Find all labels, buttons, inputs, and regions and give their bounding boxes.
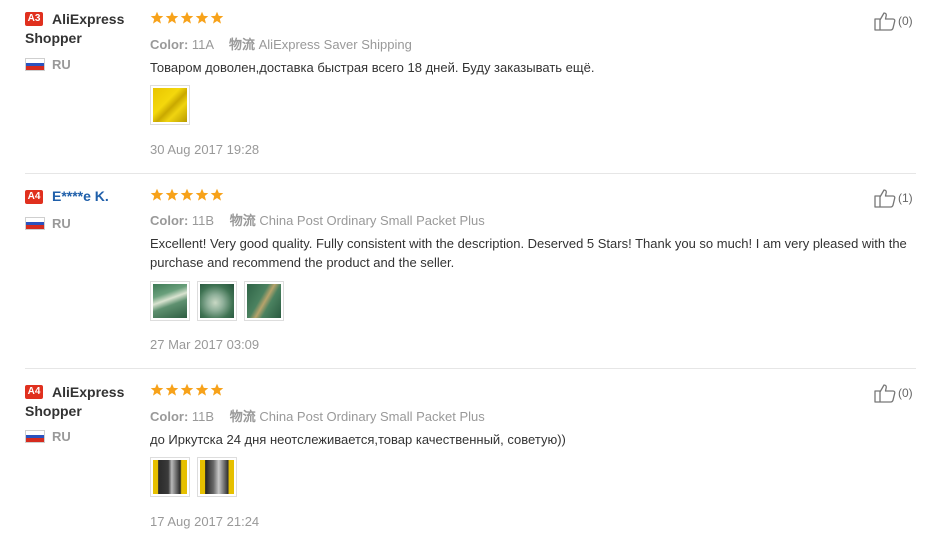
star-icon bbox=[210, 188, 224, 201]
logistics-label: 物流 bbox=[228, 37, 255, 52]
buyer-country: RU bbox=[52, 429, 71, 444]
russia-flag-icon bbox=[25, 217, 45, 230]
thumbs-up-icon bbox=[874, 384, 896, 403]
order-info: Color: 11B 物流 China Post Ordinary Small … bbox=[150, 406, 485, 425]
star-icon bbox=[210, 383, 224, 396]
divider bbox=[25, 368, 916, 369]
review-date: 27 Mar 2017 03:09 bbox=[150, 337, 260, 352]
buyer-level-badge: A4 bbox=[25, 190, 43, 204]
review-text: Товаром доволен,доставка быстрая всего 1… bbox=[150, 60, 595, 75]
review-photo-thumbnail[interactable] bbox=[150, 85, 190, 125]
star-rating bbox=[150, 11, 224, 25]
helpful-button[interactable]: (1) bbox=[874, 188, 913, 208]
review-photos bbox=[150, 85, 190, 125]
color-value: 11A bbox=[191, 37, 214, 52]
review-photo-thumbnail[interactable] bbox=[150, 281, 190, 321]
star-icon bbox=[150, 11, 164, 24]
order-info: Color: 11A 物流 AliExpress Saver Shipping bbox=[150, 34, 412, 53]
star-icon bbox=[165, 11, 179, 24]
star-icon bbox=[180, 188, 194, 201]
review-photo-thumbnail[interactable] bbox=[197, 281, 237, 321]
star-icon bbox=[150, 383, 164, 396]
review-text: Excellent! Very good quality. Fully cons… bbox=[150, 236, 907, 270]
star-icon bbox=[150, 188, 164, 201]
review-photo-thumbnail[interactable] bbox=[150, 457, 190, 497]
buyer-level-badge: A3 bbox=[25, 12, 43, 26]
star-icon bbox=[195, 383, 209, 396]
review-photos bbox=[150, 281, 284, 321]
buyer-name[interactable]: E****e K. bbox=[52, 187, 109, 206]
star-icon bbox=[180, 383, 194, 396]
helpful-count: (0) bbox=[898, 386, 913, 400]
buyer-country: RU bbox=[52, 57, 71, 72]
logistics-value: AliExpress Saver Shipping bbox=[258, 37, 412, 52]
helpful-button[interactable]: (0) bbox=[874, 11, 913, 31]
buyer-name-line2: Shopper bbox=[25, 403, 82, 419]
review-text: до Иркутска 24 дня неотслеживается,товар… bbox=[150, 432, 566, 447]
star-rating bbox=[150, 383, 224, 397]
helpful-count: (0) bbox=[898, 14, 913, 28]
star-rating bbox=[150, 188, 224, 202]
buyer-name-line2: Shopper bbox=[25, 30, 82, 46]
thumbs-up-icon bbox=[874, 12, 896, 31]
logistics-value: China Post Ordinary Small Packet Plus bbox=[259, 213, 485, 228]
buyer-country: RU bbox=[52, 216, 71, 231]
review-date: 30 Aug 2017 19:28 bbox=[150, 142, 260, 157]
logistics-label: 物流 bbox=[229, 409, 256, 424]
review-date: 17 Aug 2017 21:24 bbox=[150, 514, 260, 529]
buyer-name[interactable]: AliExpress bbox=[52, 383, 124, 402]
buyer-name[interactable]: AliExpress bbox=[52, 10, 124, 29]
russia-flag-icon bbox=[25, 58, 45, 71]
star-icon bbox=[180, 11, 194, 24]
logistics-value: China Post Ordinary Small Packet Plus bbox=[259, 409, 485, 424]
order-info: Color: 11B 物流 China Post Ordinary Small … bbox=[150, 210, 485, 229]
review-photo-thumbnail[interactable] bbox=[244, 281, 284, 321]
review-photos bbox=[150, 457, 237, 497]
star-icon bbox=[165, 188, 179, 201]
helpful-button[interactable]: (0) bbox=[874, 383, 913, 403]
color-value: 11B bbox=[191, 213, 215, 228]
buyer-level-badge: A4 bbox=[25, 385, 43, 399]
thumbs-up-icon bbox=[874, 189, 896, 208]
star-icon bbox=[195, 188, 209, 201]
logistics-label: 物流 bbox=[229, 213, 256, 228]
divider bbox=[25, 173, 916, 174]
color-label: Color: bbox=[150, 213, 189, 228]
star-icon bbox=[195, 11, 209, 24]
color-value: 11B bbox=[191, 409, 215, 424]
star-icon bbox=[165, 383, 179, 396]
color-label: Color: bbox=[150, 409, 189, 424]
color-label: Color: bbox=[150, 37, 189, 52]
russia-flag-icon bbox=[25, 430, 45, 443]
review-photo-thumbnail[interactable] bbox=[197, 457, 237, 497]
star-icon bbox=[210, 11, 224, 24]
helpful-count: (1) bbox=[898, 191, 913, 205]
